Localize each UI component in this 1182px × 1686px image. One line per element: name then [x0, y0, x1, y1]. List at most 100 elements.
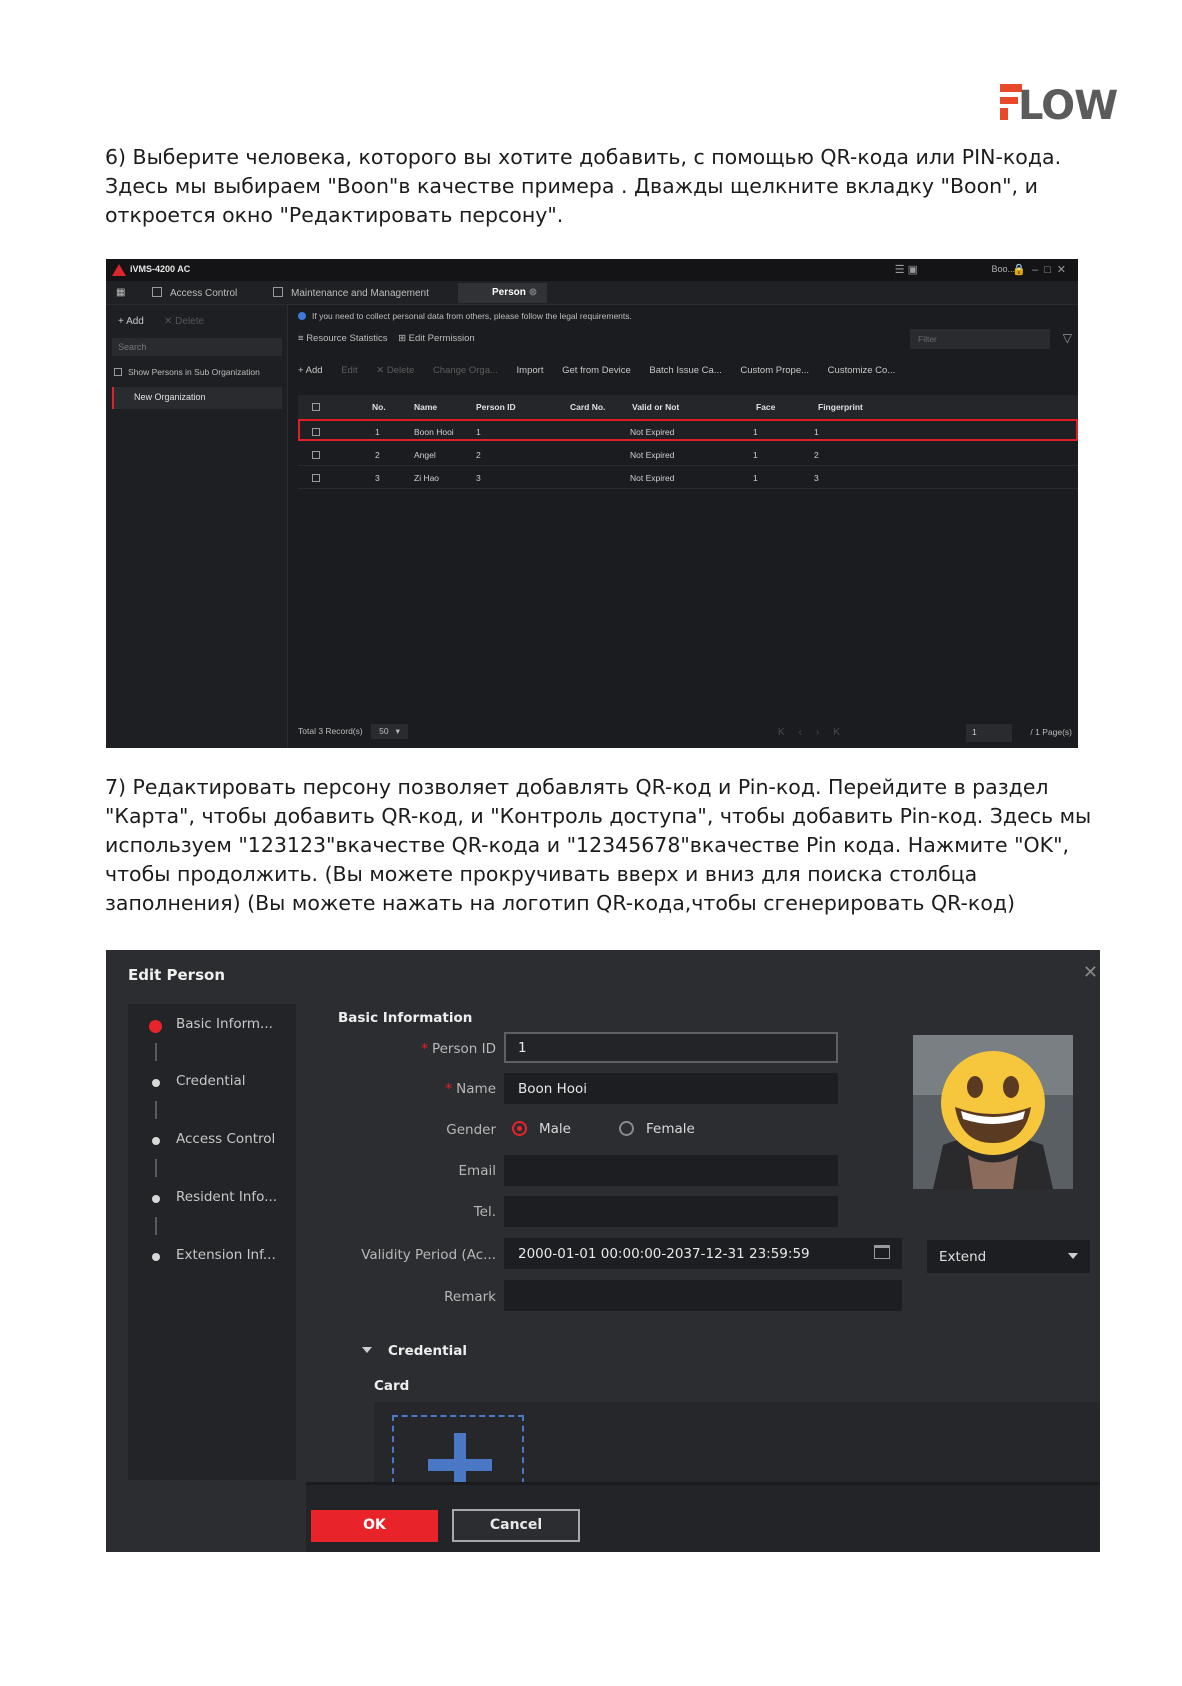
page-number-input[interactable]: 1 [966, 724, 1012, 742]
show-sub-org-checkbox[interactable]: Show Persons in Sub Organization [114, 367, 260, 377]
nav-dot-icon [152, 1195, 160, 1203]
col-face[interactable]: Face [756, 402, 775, 412]
window-controls[interactable]: 🔒–□✕ [1012, 263, 1072, 276]
credential-section-toggle[interactable]: Credential [362, 1343, 467, 1359]
section-heading: Basic Information [338, 1010, 473, 1026]
import-button[interactable]: Import [517, 365, 544, 376]
person-id-label: * Person ID [421, 1041, 496, 1057]
nav-dot-icon [152, 1079, 160, 1087]
col-no[interactable]: No. [372, 402, 386, 412]
edit-person-dialog-screenshot: Edit Person ✕ Basic Inform... Credential… [106, 950, 1100, 1552]
table-row[interactable]: 3 Zi Hao 3 Not Expired 1 3 [298, 467, 1078, 489]
flow-logo: LOW [1000, 83, 1118, 122]
chevron-down-icon [1068, 1253, 1078, 1259]
col-valid[interactable]: Valid or Not [632, 402, 679, 412]
nav-extension-info[interactable]: Extension Inf... [176, 1247, 276, 1263]
maintenance-icon [273, 287, 283, 297]
step-7-paragraph: 7) Редактировать персону позволяет добав… [105, 775, 1092, 915]
svg-text:LOW: LOW [1018, 83, 1117, 122]
cancel-button[interactable]: Cancel [452, 1509, 580, 1542]
add-org-button[interactable]: + Add [118, 316, 144, 327]
total-records: Total 3 Record(s) [298, 726, 363, 736]
nav-access-control[interactable]: Access Control [176, 1131, 275, 1147]
tel-label: Tel. [473, 1204, 496, 1220]
hikvision-logo-icon [112, 264, 126, 276]
tab-maintenance[interactable]: Maintenance and Management [273, 287, 429, 299]
caret-down-icon [362, 1347, 372, 1353]
card-heading: Card [374, 1378, 410, 1394]
page-size-select[interactable]: 50 ▾ [371, 724, 408, 739]
calendar-icon[interactable] [874, 1245, 890, 1259]
resource-statistics-link[interactable]: ≡ Resource Statistics [298, 333, 388, 344]
edit-person-button[interactable]: Edit [341, 365, 357, 376]
gender-male-radio[interactable]: Male [512, 1121, 571, 1137]
filter-input[interactable]: Filter [910, 329, 1050, 349]
nav-resident-info[interactable]: Resident Info... [176, 1189, 277, 1205]
tab-person[interactable]: Person ⊗ [458, 283, 548, 303]
pagination-bar: Total 3 Record(s) 50 ▾ K‹›K 1 / 1 Page(s… [298, 724, 1078, 744]
grid-icon[interactable]: ▦ [116, 287, 125, 298]
module-tabs: ▦ Access Control Maintenance and Managem… [106, 281, 1078, 305]
add-person-button[interactable]: + Add [298, 365, 323, 376]
delete-person-button[interactable]: ✕ Delete [376, 365, 414, 376]
tel-input[interactable] [504, 1196, 838, 1227]
person-toolbar: + Add Edit ✕ Delete Change Orga... Impor… [298, 365, 1078, 376]
delete-org-button[interactable]: ✕ Delete [164, 316, 204, 327]
gender-label: Gender [446, 1122, 496, 1138]
col-fingerprint[interactable]: Fingerprint [818, 402, 863, 412]
name-label: * Name [445, 1081, 496, 1097]
ivms-person-list-screenshot: iVMS-4200 AC ☰ ▣ Boo... ▾ 🔒–□✕ ▦ Access … [106, 259, 1078, 748]
nav-dot-icon [152, 1137, 160, 1145]
section-nav: Basic Inform... Credential Access Contro… [128, 1004, 296, 1480]
ok-button[interactable]: OK [311, 1510, 438, 1542]
page-count: / 1 Page(s) [1030, 727, 1072, 737]
close-tab-icon[interactable]: ⊗ [529, 287, 537, 298]
card-area [374, 1402, 1100, 1497]
batch-issue-button[interactable]: Batch Issue Ca... [649, 365, 721, 376]
validity-period-input[interactable]: 2000-01-01 00:00:00-2037-12-31 23:59:59 [504, 1238, 902, 1269]
change-org-button[interactable]: Change Orga... [433, 365, 498, 376]
tree-item-new-organization[interactable]: New Organization [112, 387, 282, 409]
person-id-input[interactable]: 1 [504, 1032, 838, 1063]
nav-dot-icon [152, 1253, 160, 1261]
name-input[interactable]: Boon Hooi [504, 1073, 838, 1104]
email-input[interactable] [504, 1155, 838, 1186]
face-photo[interactable] [913, 1035, 1073, 1189]
organization-sidebar: + Add ✕ Delete Search Show Persons in Su… [106, 305, 288, 748]
dialog-title: Edit Person [128, 966, 225, 984]
table-row[interactable]: 2 Angel 2 Not Expired 1 2 [298, 444, 1078, 466]
nav-credential[interactable]: Credential [176, 1073, 245, 1089]
col-person-id[interactable]: Person ID [476, 402, 516, 412]
info-icon [298, 312, 306, 320]
select-all-checkbox[interactable] [312, 402, 326, 412]
remark-input[interactable] [504, 1280, 902, 1311]
filter-icon[interactable]: ▽ [1063, 331, 1072, 345]
table-row[interactable]: 1 Boon Hooi 1 Not Expired 1 1 [298, 419, 1078, 441]
panel-links: ≡ Resource Statistics ⊞ Edit Permission [298, 333, 475, 344]
remark-label: Remark [444, 1289, 496, 1305]
validity-label: Validity Period (Ac... [361, 1247, 496, 1263]
col-name[interactable]: Name [414, 402, 437, 412]
app-title-bar: iVMS-4200 AC ☰ ▣ Boo... ▾ 🔒–□✕ [106, 259, 1078, 281]
nav-basic-info[interactable]: Basic Inform... [176, 1016, 273, 1032]
page-nav-icons[interactable]: K‹›K [778, 727, 854, 738]
customize-columns-button[interactable]: Customize Co... [828, 365, 896, 376]
list-icon[interactable]: ☰ ▣ [895, 263, 918, 276]
close-icon[interactable]: ✕ [1083, 962, 1098, 983]
gender-female-radio[interactable]: Female [619, 1121, 695, 1137]
get-from-device-button[interactable]: Get from Device [562, 365, 631, 376]
col-card-no[interactable]: Card No. [570, 402, 605, 412]
access-control-icon [152, 287, 162, 297]
table-header: No. Name Person ID Card No. Valid or Not… [298, 395, 1078, 419]
custom-property-button[interactable]: Custom Prope... [740, 365, 809, 376]
person-list-panel: If you need to collect personal data fro… [298, 305, 1078, 748]
tab-access-control[interactable]: Access Control [152, 287, 237, 299]
nav-dot-icon [149, 1020, 162, 1033]
privacy-notice: If you need to collect personal data fro… [298, 311, 632, 321]
emoji-face-icon [913, 1035, 1073, 1189]
app-title: iVMS-4200 AC [130, 264, 191, 274]
org-search-input[interactable]: Search [112, 338, 282, 356]
extend-select[interactable]: Extend [927, 1240, 1090, 1273]
edit-permission-link[interactable]: ⊞ Edit Permission [398, 333, 475, 344]
step-6-paragraph: 6) Выберите человека, которого вы хотите… [105, 145, 1062, 227]
